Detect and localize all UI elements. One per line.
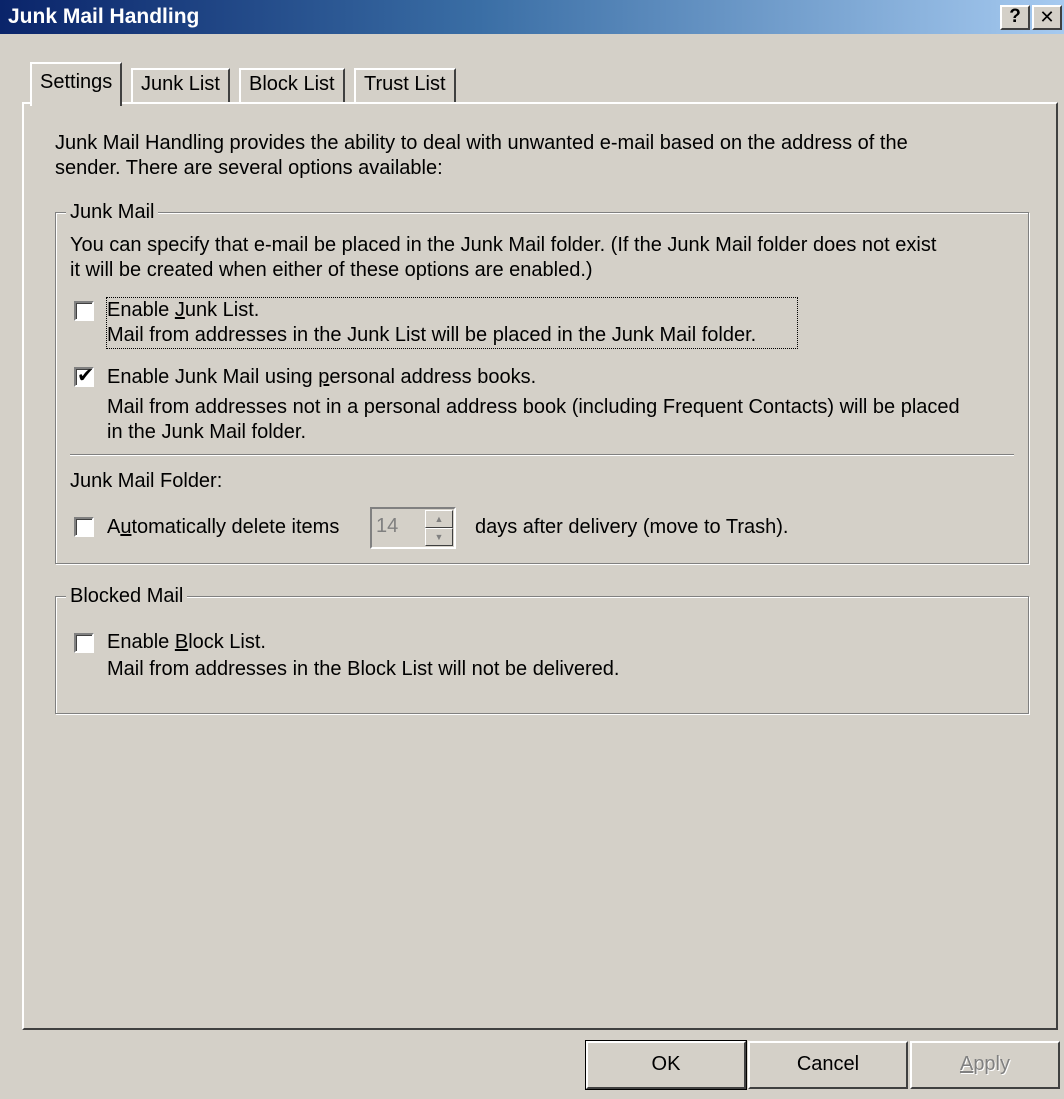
auto-delete-text-pre: A bbox=[107, 516, 121, 538]
apply-button[interactable]: Apply bbox=[910, 1041, 1060, 1089]
ok-button[interactable]: OK bbox=[585, 1040, 747, 1090]
title-bar: Junk Mail Handling ? ✕ bbox=[0, 0, 1064, 34]
enable-junk-list-text-post: unk List. bbox=[184, 299, 260, 321]
enable-junk-list-text-pre: Enable bbox=[107, 299, 175, 321]
junk-mail-folder-label: Junk Mail Folder: bbox=[70, 470, 223, 492]
tab-trust-list-label: Trust List bbox=[364, 73, 446, 95]
close-button[interactable]: ✕ bbox=[1032, 5, 1062, 30]
junk-mail-dialog: Junk Mail Handling ? ✕ Settings Junk Lis… bbox=[0, 0, 1064, 1099]
spin-down-button[interactable]: ▼ bbox=[425, 528, 453, 546]
auto-delete-text-post: tomatically delete items bbox=[131, 516, 340, 538]
apply-text: pply bbox=[973, 1053, 1011, 1075]
enable-junk-list-accel: J bbox=[174, 299, 185, 321]
enable-pab-checkbox[interactable]: ✔ bbox=[74, 365, 94, 387]
tab-block-list[interactable]: Block List bbox=[239, 68, 345, 102]
enable-block-list-text-pre: Enable bbox=[107, 631, 175, 653]
apply-accel: A bbox=[959, 1053, 974, 1075]
days-spinner[interactable]: 14 ▲ ▼ bbox=[370, 507, 456, 549]
cancel-button[interactable]: Cancel bbox=[748, 1041, 908, 1089]
tab-junk-list-label: Junk List bbox=[141, 73, 220, 95]
enable-junk-list-label[interactable]: Enable Junk List. Mail from addresses in… bbox=[106, 297, 798, 349]
intro-line-1: Junk Mail Handling provides the ability … bbox=[55, 132, 908, 154]
enable-junk-list-desc: Mail from addresses in the Junk List wil… bbox=[107, 324, 757, 346]
junk-mail-desc-line-2: it will be created when either of these … bbox=[70, 259, 593, 281]
tab-block-list-label: Block List bbox=[249, 73, 335, 95]
auto-delete-suffix: days after delivery (move to Trash). bbox=[475, 516, 789, 538]
tab-settings-label: Settings bbox=[40, 71, 113, 93]
days-value: 14 bbox=[376, 515, 399, 537]
junk-mail-group-label: Junk Mail bbox=[66, 200, 159, 224]
enable-pab-accel: p bbox=[318, 366, 330, 388]
junk-mail-desc-line-1: You can specify that e-mail be placed in… bbox=[70, 234, 937, 256]
window-title: Junk Mail Handling bbox=[8, 5, 200, 28]
enable-pab-text-pre: Enable Junk Mail using bbox=[107, 366, 319, 388]
auto-delete-label[interactable]: Automatically delete items bbox=[107, 515, 339, 540]
enable-junk-list-checkbox[interactable] bbox=[74, 301, 94, 321]
auto-delete-checkbox[interactable] bbox=[74, 517, 94, 537]
enable-pab-desc-line-1: Mail from addresses not in a personal ad… bbox=[107, 396, 960, 418]
help-button[interactable]: ? bbox=[1000, 5, 1030, 30]
group-separator bbox=[70, 454, 1014, 456]
checkmark-icon: ✔ bbox=[77, 365, 94, 387]
enable-block-list-desc: Mail from addresses in the Block List wi… bbox=[107, 658, 620, 680]
enable-pab-text-post: ersonal address books. bbox=[329, 366, 537, 388]
enable-block-list-text-post: lock List. bbox=[188, 631, 266, 653]
tab-trust-list[interactable]: Trust List bbox=[354, 68, 456, 102]
enable-block-list-checkbox[interactable] bbox=[74, 633, 94, 653]
blocked-mail-group bbox=[55, 596, 1029, 714]
spin-up-button[interactable]: ▲ bbox=[425, 510, 453, 528]
tab-settings[interactable]: Settings bbox=[30, 62, 123, 106]
enable-block-list-label[interactable]: Enable Block List. bbox=[107, 630, 266, 655]
enable-block-list-accel: B bbox=[174, 631, 189, 653]
enable-pab-label[interactable]: Enable Junk Mail using personal address … bbox=[107, 365, 536, 390]
intro-line-2: sender. There are several options availa… bbox=[55, 157, 443, 179]
blocked-mail-group-label: Blocked Mail bbox=[66, 584, 188, 608]
auto-delete-accel: u bbox=[120, 516, 132, 538]
enable-pab-desc-line-2: in the Junk Mail folder. bbox=[107, 421, 306, 443]
tab-junk-list[interactable]: Junk List bbox=[131, 68, 230, 102]
